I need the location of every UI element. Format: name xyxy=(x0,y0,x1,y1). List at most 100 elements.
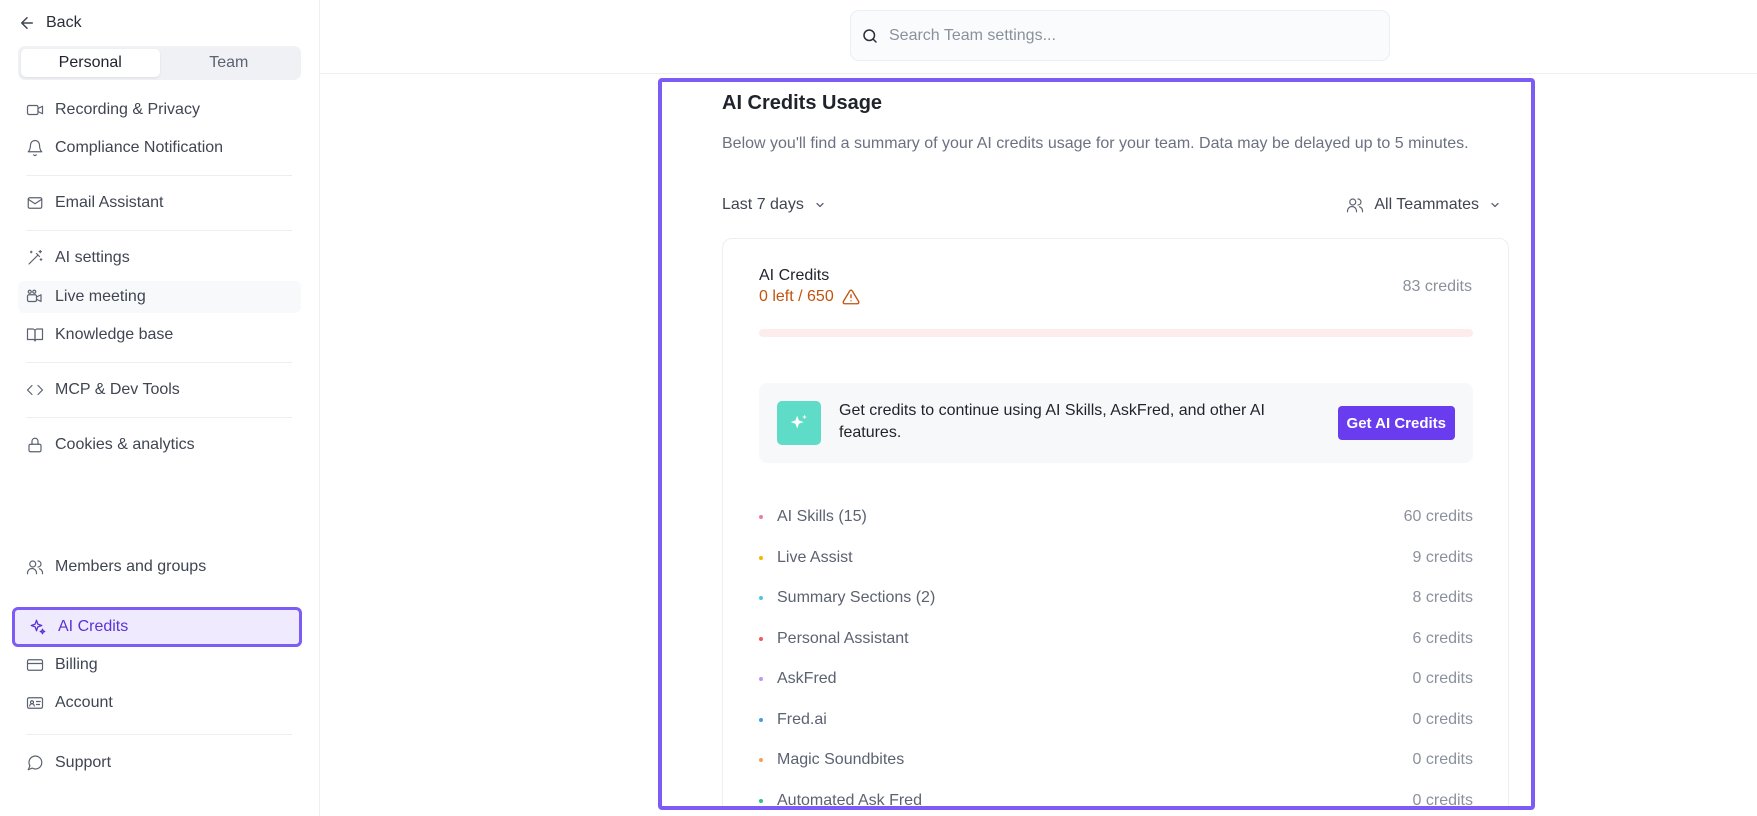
usage-category-name: Summary Sections (2) xyxy=(777,589,936,607)
sidebar-item-knowledge-base[interactable]: Knowledge base xyxy=(18,319,301,351)
tab-personal[interactable]: Personal xyxy=(21,49,160,77)
credits-used-total: 83 credits xyxy=(1402,278,1472,295)
scope-toggle: Personal Team xyxy=(18,46,301,80)
sidebar-item-label: Live meeting xyxy=(55,288,146,305)
sparkle-icon xyxy=(30,619,46,635)
sidebar-item-support[interactable]: Support xyxy=(18,747,301,779)
category-color-dot xyxy=(759,636,763,641)
sidebar-divider xyxy=(26,417,292,418)
top-bar xyxy=(320,0,1757,74)
users-icon xyxy=(1347,198,1364,213)
sidebar-item-compliance-notification[interactable]: Compliance Notification xyxy=(18,132,301,164)
usage-category-credits: 6 credits xyxy=(1412,629,1473,647)
credits-progress-bar xyxy=(759,329,1473,337)
usage-row: Personal Assistant 6 credits xyxy=(759,619,1473,660)
usage-row: AI Skills (15) 60 credits xyxy=(759,497,1473,538)
page-description: Below you'll find a summary of your AI c… xyxy=(722,135,1469,152)
usage-category-name: Magic Soundbites xyxy=(777,751,905,769)
back-label: Back xyxy=(46,14,82,31)
usage-category-name: Personal Assistant xyxy=(777,629,909,647)
usage-category-name: AskFred xyxy=(777,670,837,688)
usage-row: Magic Soundbites 0 credits xyxy=(759,740,1473,781)
sidebar-item-email-assistant[interactable]: Email Assistant xyxy=(18,187,301,219)
credits-remaining: 0 left / 650 xyxy=(759,288,860,306)
sidebar-item-label: Knowledge base xyxy=(55,326,174,343)
lock-icon xyxy=(28,437,42,453)
sidebar-item-label: Support xyxy=(55,754,112,771)
usage-category-credits: 9 credits xyxy=(1412,548,1473,566)
sidebar-divider xyxy=(26,230,292,231)
sidebar-item-members-groups[interactable]: Members and groups xyxy=(18,551,301,583)
category-color-dot xyxy=(759,758,763,763)
teammates-label: All Teammates xyxy=(1374,196,1479,213)
sidebar-item-ai-credits[interactable]: AI Credits xyxy=(12,607,302,647)
sidebar-item-ai-settings[interactable]: AI settings xyxy=(18,242,301,274)
sidebar-item-billing[interactable]: Billing xyxy=(18,649,301,681)
magic-wand-icon xyxy=(28,249,43,265)
settings-sidebar: Back Personal Team Recording & Privacy C… xyxy=(0,0,320,816)
usage-category-name: Fred.ai xyxy=(777,710,827,728)
sidebar-item-label: Members and groups xyxy=(55,558,207,575)
sidebar-divider xyxy=(26,734,292,735)
sidebar-item-label: Billing xyxy=(55,656,98,673)
usage-breakdown-list: AI Skills (15) 60 credits Live Assist 9 cre… xyxy=(759,497,1473,809)
get-credits-banner: Get credits to continue using AI Skills,… xyxy=(759,383,1473,463)
usage-category-credits: 0 credits xyxy=(1412,791,1473,809)
get-ai-credits-button[interactable]: Get AI Credits xyxy=(1337,406,1455,440)
sidebar-item-label: Email Assistant xyxy=(55,194,164,211)
search-box[interactable] xyxy=(850,10,1390,61)
id-card-icon xyxy=(26,697,44,709)
sidebar-item-label: Account xyxy=(55,694,113,711)
category-color-dot xyxy=(759,515,763,520)
chat-bubble-icon xyxy=(27,755,43,771)
sidebar-item-label: Compliance Notification xyxy=(55,139,224,156)
tab-team[interactable]: Team xyxy=(160,49,299,77)
usage-category-credits: 8 credits xyxy=(1412,589,1473,607)
sparkle-icon xyxy=(790,414,807,429)
chevron-down-icon xyxy=(1491,202,1499,208)
sidebar-item-label: Cookies & analytics xyxy=(55,436,195,453)
users-icon xyxy=(26,560,44,575)
back-button[interactable]: Back xyxy=(18,10,82,36)
live-video-icon xyxy=(26,289,42,303)
usage-row: Automated Ask Fred 0 credits xyxy=(759,781,1473,809)
sidebar-item-label: AI Credits xyxy=(58,618,129,635)
category-color-dot xyxy=(759,717,763,722)
chevron-down-icon xyxy=(816,202,824,208)
usage-category-name: AI Skills (15) xyxy=(777,508,867,526)
credits-card-title: AI Credits xyxy=(759,267,830,284)
sidebar-item-live-meeting[interactable]: Live meeting xyxy=(18,281,301,313)
sidebar-item-label: AI settings xyxy=(55,249,130,266)
mail-icon xyxy=(27,197,43,209)
category-color-dot xyxy=(759,555,763,560)
sidebar-item-mcp-dev-tools[interactable]: MCP & Dev Tools xyxy=(18,374,301,406)
teammates-dropdown[interactable]: All Teammates xyxy=(1346,196,1501,214)
sidebar-divider xyxy=(26,175,292,176)
sidebar-item-label: Recording & Privacy xyxy=(55,101,200,118)
usage-category-credits: 0 credits xyxy=(1412,751,1473,769)
credit-card-icon xyxy=(26,659,44,671)
video-icon xyxy=(26,104,44,116)
warning-icon xyxy=(842,289,860,305)
promo-text: Get credits to continue using AI Skills,… xyxy=(839,402,1265,441)
sidebar-divider xyxy=(26,362,292,363)
usage-category-credits: 0 credits xyxy=(1412,670,1473,688)
date-range-dropdown[interactable]: Last 7 days xyxy=(722,196,826,214)
date-range-label: Last 7 days xyxy=(722,196,804,213)
credits-card: AI Credits 0 left / 650 83 credits Get c… xyxy=(722,238,1509,809)
usage-category-credits: 60 credits xyxy=(1403,508,1473,526)
category-color-dot xyxy=(759,677,763,682)
search-input[interactable] xyxy=(889,26,1369,45)
sidebar-item-account[interactable]: Account xyxy=(18,687,301,719)
credits-remaining-text: 0 left / 650 xyxy=(759,288,834,305)
sidebar-item-cookies-analytics[interactable]: Cookies & analytics xyxy=(18,429,301,461)
search-icon xyxy=(863,28,877,43)
sidebar-item-recording-privacy[interactable]: Recording & Privacy xyxy=(18,94,301,126)
usage-category-name: Automated Ask Fred xyxy=(777,791,922,809)
usage-row: Live Assist 9 credits xyxy=(759,538,1473,579)
category-color-dot xyxy=(759,798,763,803)
book-icon xyxy=(26,328,44,342)
usage-category-name: Live Assist xyxy=(777,548,853,566)
usage-row: Summary Sections (2) 8 credits xyxy=(759,578,1473,619)
usage-row: Fred.ai 0 credits xyxy=(759,700,1473,741)
